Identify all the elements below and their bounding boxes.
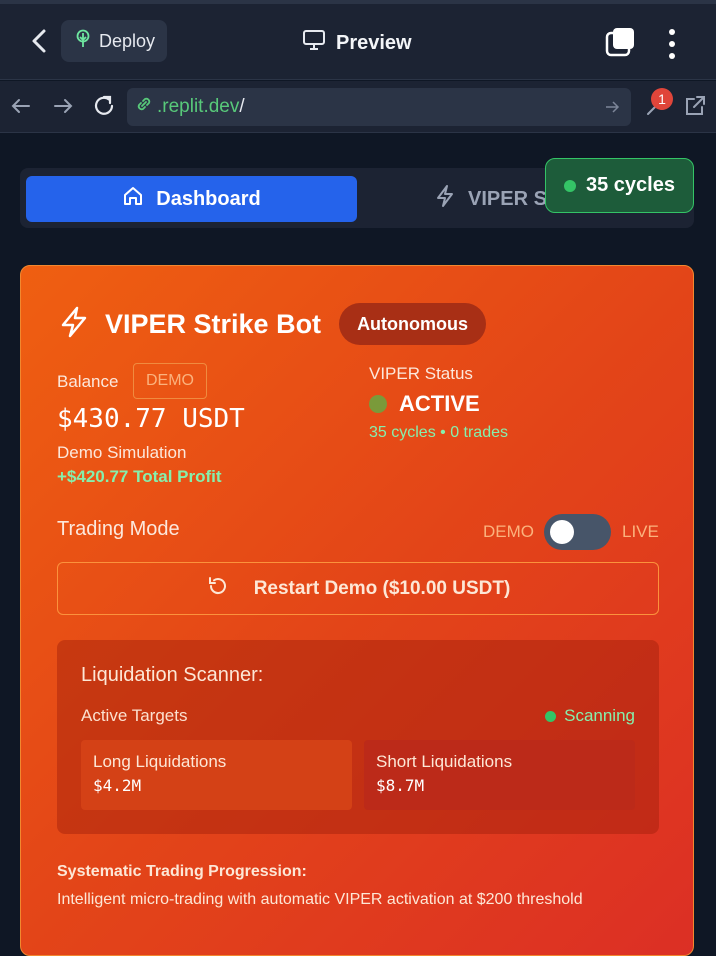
- bot-title: VIPER Strike Bot: [105, 308, 322, 339]
- restart-demo-button[interactable]: Restart Demo ($10.00 USDT): [57, 562, 659, 615]
- total-profit: +$420.77 Total Profit: [57, 467, 222, 486]
- url-host: .replit.dev: [157, 96, 240, 117]
- balance-value: $430.77 USDT: [57, 404, 245, 434]
- progression-title: Systematic Trading Progression:: [57, 863, 307, 880]
- app-content: Dashboard VIPER S 35 cycles VIPER Strike…: [0, 134, 716, 956]
- short-liquidations-label: Short Liquidations: [376, 752, 513, 771]
- scanner-state-label: Scanning: [564, 706, 635, 725]
- short-liquidations-value: $8.7M: [376, 776, 425, 795]
- status-dot: [564, 179, 576, 192]
- deploy-label: Deploy: [99, 30, 156, 51]
- long-liquidations-box: Long Liquidations $4.2M: [81, 740, 352, 810]
- status-label: VIPER Status: [369, 364, 473, 383]
- scanning-dot: [545, 710, 557, 722]
- status-value: ACTIVE: [369, 391, 480, 417]
- link-icon: [135, 95, 153, 119]
- address-bar: .replit.dev /: [0, 81, 716, 133]
- arrow-right-icon[interactable]: [50, 93, 76, 119]
- toggle-knob: [550, 520, 574, 544]
- balance-subtitle: Demo Simulation: [57, 443, 187, 462]
- trading-mode-label: Trading Mode: [57, 518, 180, 540]
- status-meta: 35 cycles • 0 trades: [369, 424, 508, 441]
- liquidation-scanner: Liquidation Scanner: Active Targets Scan…: [57, 640, 659, 834]
- tab-viper[interactable]: VIPER S: [434, 176, 547, 222]
- preview-title: Preview: [302, 28, 412, 58]
- balance-label: Balance: [57, 372, 119, 391]
- reload-icon[interactable]: [91, 93, 117, 119]
- home-icon: [122, 185, 144, 213]
- notification-badge: 1: [651, 88, 673, 110]
- status-dot: [369, 395, 387, 413]
- restart-label: Restart Demo ($10.00 USDT): [253, 577, 511, 599]
- url-go-arrow-icon[interactable]: [603, 98, 621, 116]
- tab-dashboard-label: Dashboard: [156, 187, 261, 210]
- mode-pill: Autonomous: [339, 303, 487, 345]
- lightning-icon: [434, 184, 456, 214]
- more-options-icon[interactable]: [662, 28, 682, 60]
- demo-tag: DEMO: [133, 363, 207, 399]
- tabs-icon[interactable]: [604, 26, 636, 58]
- lightning-icon: [57, 305, 91, 344]
- restart-icon: [206, 574, 230, 604]
- cycles-label: 35 cycles: [586, 174, 675, 196]
- tab-dashboard[interactable]: Dashboard: [26, 176, 357, 222]
- deploy-icon: [75, 29, 91, 54]
- url-path: /: [239, 96, 245, 117]
- long-liquidations-value: $4.2M: [93, 776, 142, 795]
- url-input[interactable]: .replit.dev /: [127, 88, 631, 126]
- open-external-icon[interactable]: [682, 93, 708, 119]
- bot-header: VIPER Strike Bot Autonomous: [57, 302, 487, 346]
- tab-viper-label: VIPER S: [468, 187, 547, 210]
- bot-card: VIPER Strike Bot Autonomous Balance DEMO…: [20, 265, 694, 956]
- arrow-left-icon[interactable]: [8, 93, 34, 119]
- toggle-demo-label: DEMO: [483, 522, 534, 541]
- trading-mode-toggle[interactable]: [544, 514, 611, 550]
- cycles-badge: 35 cycles: [545, 158, 694, 213]
- deploy-button[interactable]: Deploy: [61, 20, 167, 62]
- scanner-state: Scanning: [545, 706, 635, 726]
- preview-label: Preview: [336, 31, 412, 54]
- status-text: ACTIVE: [399, 391, 480, 416]
- long-liquidations-label: Long Liquidations: [93, 752, 227, 771]
- scanner-subtitle: Active Targets: [81, 706, 188, 725]
- progression-description: Intelligent micro-trading with automatic…: [57, 891, 583, 908]
- toggle-live-label: LIVE: [622, 522, 659, 541]
- short-liquidations-box: Short Liquidations $8.7M: [364, 740, 635, 810]
- title-bar: Deploy Preview: [0, 4, 716, 80]
- back-chevron-icon[interactable]: [26, 26, 54, 56]
- monitor-icon: [302, 29, 326, 57]
- scanner-title: Liquidation Scanner:: [81, 664, 264, 686]
